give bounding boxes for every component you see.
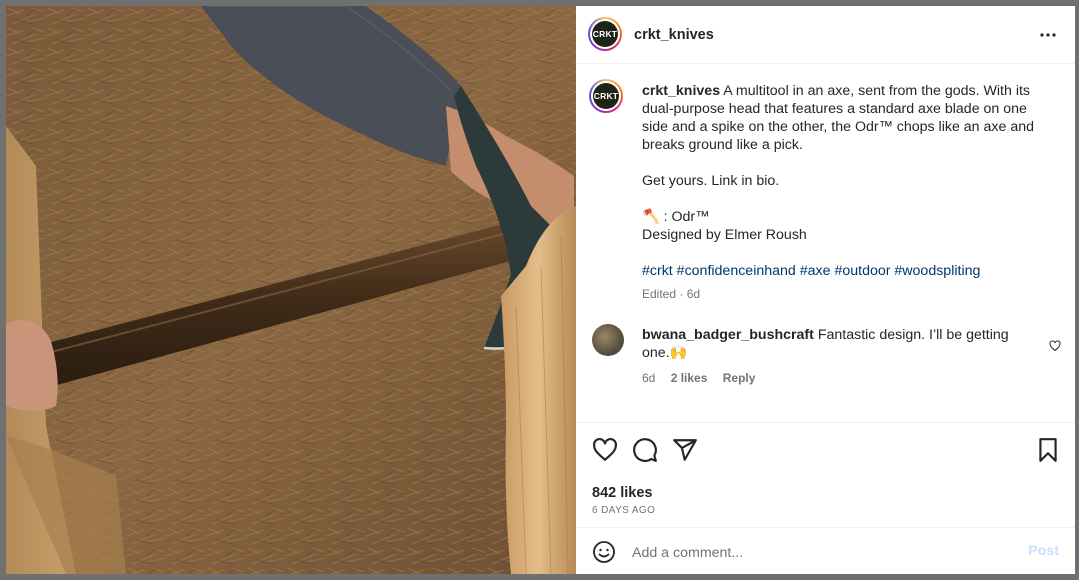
caption-username[interactable]: crkt_knives: [642, 83, 720, 99]
axe-emoji-icon: 🪓: [642, 209, 660, 225]
caption-product: : Odr™: [659, 209, 710, 225]
bookmark-icon[interactable]: [1035, 437, 1061, 463]
post-comment-button[interactable]: Post: [1028, 543, 1059, 559]
caption-hashtags[interactable]: #crkt #confidenceinhand #axe #outdoor #w…: [642, 262, 1052, 280]
emoji-icon[interactable]: [592, 540, 616, 564]
add-comment-form: Post: [576, 527, 1075, 574]
caption-text: crkt_knives A multitool in an axe, sent …: [642, 82, 1052, 280]
comment-meta: 6d 2 likes Reply: [642, 371, 767, 385]
account-username[interactable]: crkt_knives: [634, 27, 714, 43]
caption-avatar[interactable]: CRKT: [589, 79, 623, 113]
comment-likes[interactable]: 2 likes: [671, 371, 708, 385]
comment-text: bwana_badger_bushcraft Fantastic design.…: [642, 326, 1034, 362]
comment-like-heart-icon[interactable]: [1049, 340, 1061, 352]
comment-age: 6d: [642, 371, 656, 385]
share-icon[interactable]: [672, 437, 698, 463]
commenter-avatar[interactable]: [592, 324, 624, 356]
caption-avatar-logo-text: CRKT: [593, 83, 619, 109]
post-header: CRKT crkt_knives: [576, 6, 1075, 64]
commenter-username[interactable]: bwana_badger_bushcraft: [642, 327, 814, 343]
post-time-ago: 6 DAYS AGO: [592, 505, 656, 516]
heart-icon[interactable]: [592, 437, 618, 463]
like-count[interactable]: 842 likes: [592, 485, 652, 501]
comment-input[interactable]: [630, 540, 1014, 566]
more-options-icon[interactable]: [1039, 27, 1057, 43]
post-photo: [6, 6, 576, 574]
post-actions: 842 likes 6 DAYS AGO Post: [576, 422, 1075, 574]
post-modal: CRKT crkt_knives CRKT crkt_knives A mult…: [6, 6, 1075, 574]
comment-icon[interactable]: [632, 437, 658, 463]
account-avatar[interactable]: CRKT: [588, 17, 622, 51]
caption-line-link: Get yours. Link in bio.: [642, 173, 780, 189]
avatar-logo-text: CRKT: [592, 21, 618, 47]
axe-photo-illustration: [6, 6, 576, 574]
caption-designer: Designed by Elmer Roush: [642, 227, 807, 243]
reply-button[interactable]: Reply: [723, 371, 756, 385]
caption-edited-time: Edited · 6d: [642, 287, 701, 301]
post-details-pane: CRKT crkt_knives CRKT crkt_knives A mult…: [576, 6, 1075, 574]
